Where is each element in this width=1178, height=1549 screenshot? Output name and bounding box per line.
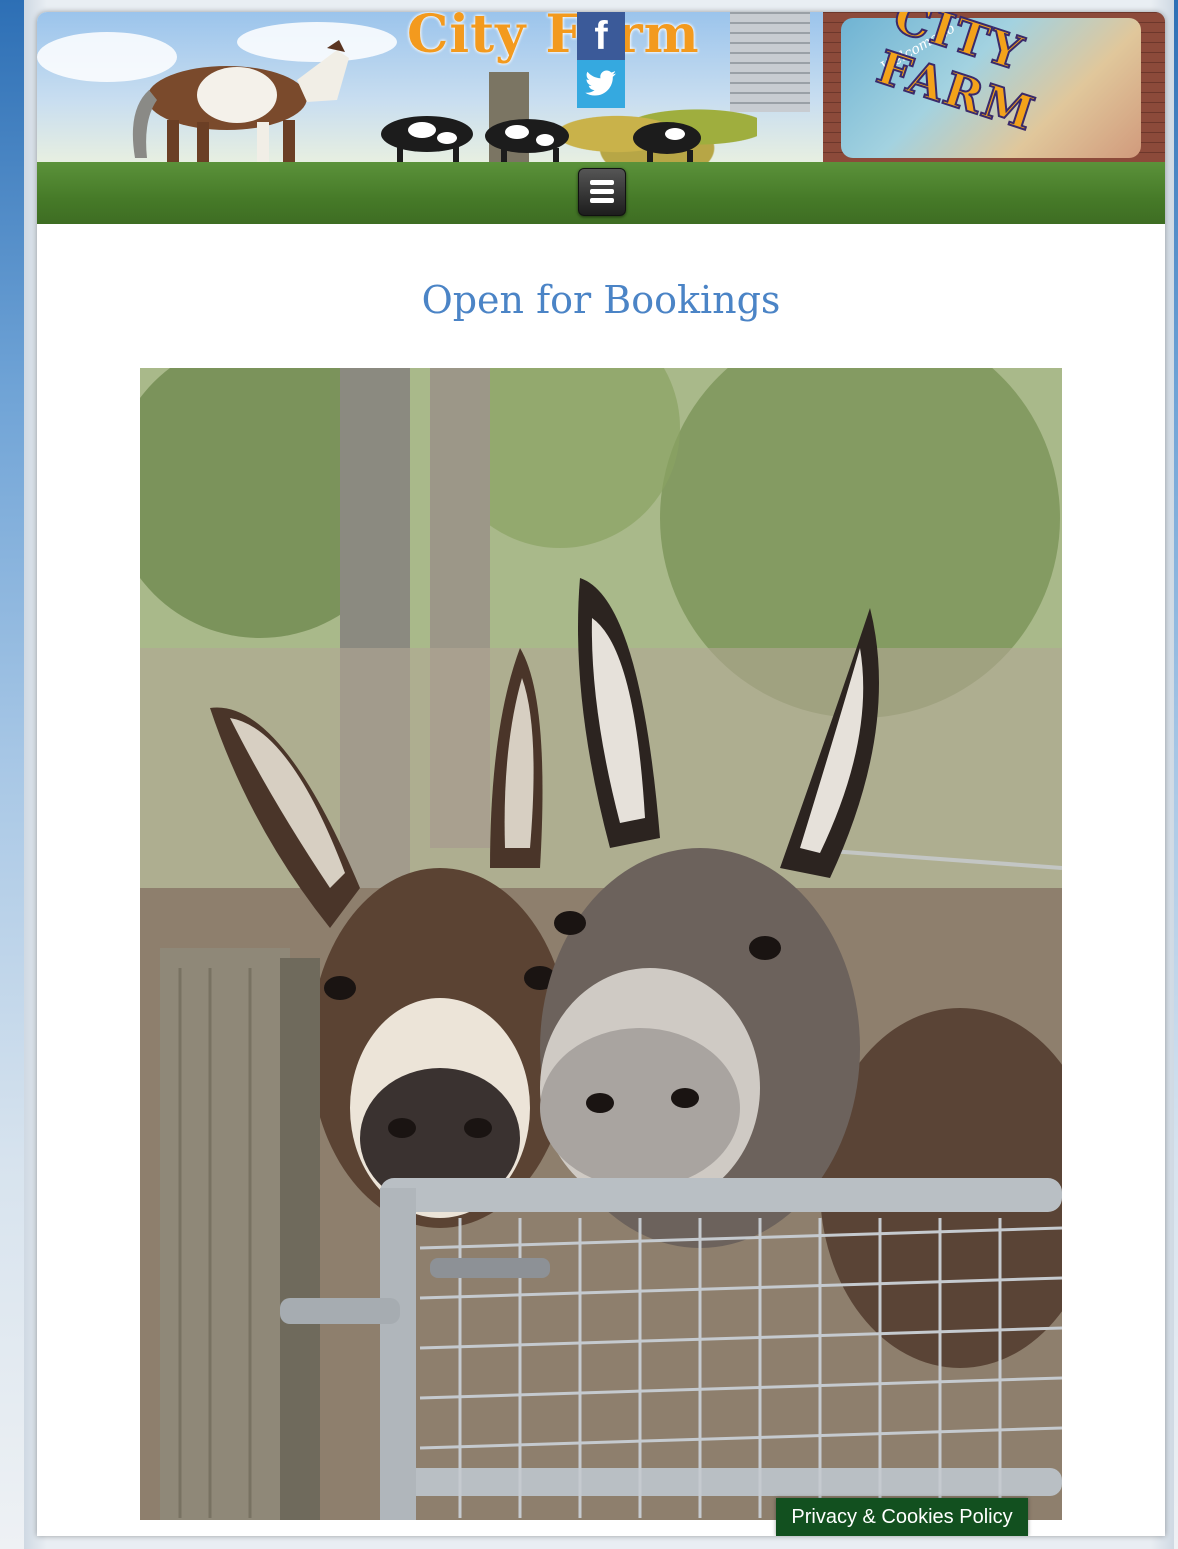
site-title[interactable]: City Farm: [407, 12, 700, 65]
hamburger-menu-icon[interactable]: [578, 168, 626, 216]
menu-line: [590, 180, 614, 185]
page-heading: Open for Bookings: [421, 278, 781, 322]
city-farm-mural: Welcome to CITY FARM: [823, 12, 1165, 162]
donkeys-photo: [140, 368, 1062, 1520]
menu-line: [590, 189, 614, 194]
header-banner: Welcome to CITY FARM City Farm f: [37, 12, 1165, 162]
twitter-bird-icon: [585, 70, 616, 96]
cows-image: [381, 116, 701, 162]
horse-image: [132, 40, 349, 162]
navigation-bar: [37, 162, 1165, 224]
twitter-icon[interactable]: [577, 60, 625, 108]
mural-title-text: CITY FARM: [870, 12, 1044, 142]
mural-painting: Welcome to CITY FARM: [841, 12, 1141, 158]
privacy-cookies-button[interactable]: Privacy & Cookies Policy: [776, 1498, 1028, 1536]
menu-line: [590, 198, 614, 203]
site-container: Welcome to CITY FARM City Farm f Open fo…: [37, 12, 1165, 1536]
facebook-icon[interactable]: f: [577, 12, 625, 60]
donkeys-illustration: [140, 368, 1062, 1520]
facebook-glyph: f: [594, 13, 608, 58]
